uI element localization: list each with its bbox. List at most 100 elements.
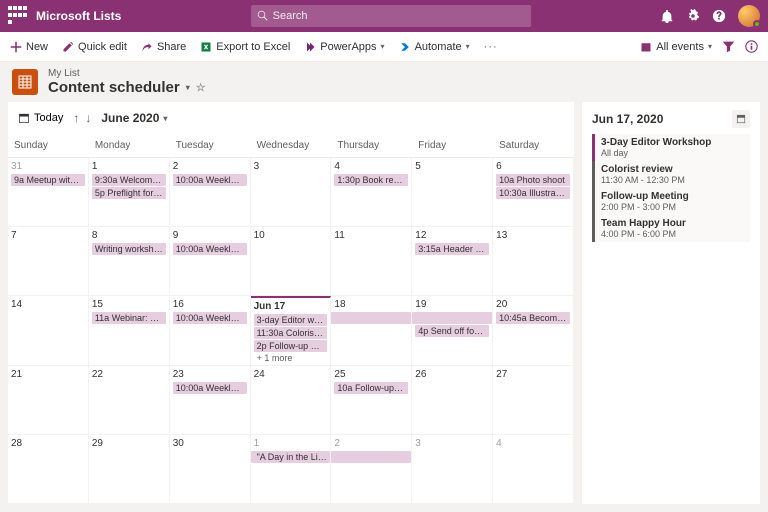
day-number: 3 [254, 161, 328, 172]
day-number: 1 [254, 438, 328, 449]
calendar-event[interactable]: 10a Photo shoot [496, 174, 570, 186]
export-excel-button[interactable]: Export to Excel [200, 41, 290, 53]
prev-month-button[interactable]: ↑ [73, 111, 79, 125]
side-event[interactable]: Colorist review11:30 AM - 12:30 PM [592, 161, 750, 188]
more-events[interactable]: + 1 more [254, 353, 328, 363]
favorite-icon[interactable]: ☆ [196, 81, 206, 94]
calendar-cell[interactable]: 2010:45a Become a Pe… [493, 296, 574, 365]
calendar-cell[interactable]: 3 [412, 435, 493, 504]
day-number: 16 [173, 299, 247, 310]
calendar-event[interactable]: 3-day Editor workshop [254, 314, 328, 326]
calendar-cell[interactable]: 2 10:00a Weekly edito… [170, 158, 251, 227]
calendar-event[interactable]: 11:30a Colorist revie… [254, 327, 328, 339]
help-icon[interactable] [712, 9, 726, 23]
day-number: 11 [334, 230, 408, 241]
day-number: 2 [334, 438, 408, 449]
powerapps-button[interactable]: PowerApps ▾ [304, 41, 384, 53]
side-event[interactable]: 3-Day Editor WorkshopAll day [592, 134, 750, 161]
side-event[interactable]: Follow-up Meeting2:00 PM - 3:00 PM [592, 188, 750, 215]
calendar-cell[interactable]: 5 [412, 158, 493, 227]
notifications-icon[interactable] [660, 9, 674, 23]
day-number: 13 [496, 230, 570, 241]
calendar-event[interactable]: 5p Preflight for "Fa… [92, 187, 166, 199]
calendar-event[interactable]: 4p Send off for Kat … [415, 325, 489, 337]
calendar-cell[interactable]: 1511a Webinar: Produ… [89, 296, 170, 365]
day-number: 3 [415, 438, 489, 449]
calendar-event[interactable]: 11a Webinar: Produ… [92, 312, 166, 324]
chevron-down-icon[interactable]: ▾ [163, 114, 167, 123]
calendar-event[interactable]: 9:30a Welcome & In… [92, 174, 166, 186]
calendar-cell[interactable]: 123:15a Header updates [412, 227, 493, 296]
share-button[interactable]: Share [141, 41, 186, 53]
overflow-button[interactable]: ··· [484, 41, 498, 53]
calendar-cell[interactable]: 2 [331, 435, 412, 504]
day-number: 2 [173, 161, 247, 172]
calendar-cell[interactable]: 13 [493, 227, 574, 296]
settings-icon[interactable] [686, 9, 700, 23]
day-number: 14 [11, 299, 85, 310]
calendar-cell[interactable]: 4 [493, 435, 574, 504]
side-event[interactable]: Team Happy Hour4:00 PM - 6:00 PM [592, 215, 750, 242]
calendar-cell[interactable]: 22 [89, 366, 170, 435]
calendar-cell[interactable]: 19:30a Welcome & In…5p Preflight for "Fa… [89, 158, 170, 227]
avatar[interactable] [738, 5, 760, 27]
automate-icon [399, 41, 411, 53]
calendar-event[interactable]: 2p Follow-up Meet… [254, 340, 328, 352]
calendar-event[interactable]: 10:00a Weekly edito… [173, 243, 247, 255]
quick-edit-button[interactable]: Quick edit [62, 41, 127, 53]
calendar-cell[interactable]: 29 [89, 435, 170, 504]
calendar-event[interactable] [331, 451, 411, 463]
calendar-cell[interactable]: 10 [251, 227, 332, 296]
calendar-event[interactable]: 10:00a Weekly edito… [173, 174, 247, 186]
calendar-cell[interactable]: 3 [251, 158, 332, 227]
day-number: 5 [415, 161, 489, 172]
calendar-event[interactable]: "A Day in the Life of Contoso" release p… [251, 451, 331, 463]
calendar-cell[interactable]: 319a Meetup with aut… [8, 158, 89, 227]
calendar-cell[interactable]: 21 [8, 366, 89, 435]
breadcrumb[interactable]: My List [48, 68, 206, 79]
calendar-event[interactable]: 10:30a Illustration b… [496, 187, 570, 199]
calendar-cell[interactable]: 30 [170, 435, 251, 504]
calendar-cell[interactable]: 16 10:00a Weekly edito… [170, 296, 251, 365]
automate-button[interactable]: Automate ▾ [399, 41, 470, 53]
calendar-cell[interactable]: 610a Photo shoot10:30a Illustration b… [493, 158, 574, 227]
chevron-down-icon[interactable]: ▾ [186, 83, 190, 92]
calendar-cell[interactable]: 910:00a Weekly edito… [170, 227, 251, 296]
calendar-cell[interactable]: 2310:00a Weekly edito… [170, 366, 251, 435]
calendar-event[interactable] [331, 312, 411, 324]
calendar-cell[interactable]: 18 [331, 296, 412, 365]
calendar-cell[interactable]: 11 [331, 227, 412, 296]
calendar-event[interactable]: Writing workshop [92, 243, 166, 255]
calendar-cell[interactable]: 27 [493, 366, 574, 435]
view-selector[interactable]: All events ▾ [640, 41, 712, 53]
filter-icon[interactable] [722, 40, 735, 53]
calendar-cell[interactable]: 26 [412, 366, 493, 435]
calendar-cell[interactable]: 28 [8, 435, 89, 504]
calendar-event[interactable] [412, 312, 492, 324]
calendar-cell[interactable]: 2510a Follow-up Meet… [331, 366, 412, 435]
search-box[interactable] [251, 5, 531, 27]
calendar-cell[interactable]: 8Writing workshop [89, 227, 170, 296]
next-month-button[interactable]: ↓ [85, 111, 91, 125]
new-button[interactable]: New [10, 41, 48, 53]
day-view-icon[interactable] [732, 110, 750, 128]
calendar-cell[interactable]: 41:30p Book reading … [331, 158, 412, 227]
calendar-cell[interactable]: 1 "A Day in the Life of Contoso" release … [251, 435, 332, 504]
calendar-cell[interactable]: Jun 173-day Editor workshop11:30a Colori… [251, 296, 332, 365]
calendar-event[interactable]: 9a Meetup with aut… [11, 174, 85, 186]
calendar-cell[interactable]: 24 [251, 366, 332, 435]
search-input[interactable] [273, 10, 525, 22]
today-button[interactable]: Today [18, 112, 63, 124]
calendar-event[interactable]: 10:00a Weekly edito… [173, 312, 247, 324]
info-icon[interactable] [745, 40, 758, 53]
calendar-cell[interactable]: 14 [8, 296, 89, 365]
calendar-cell[interactable]: 19 4p Send off for Kat … [412, 296, 493, 365]
calendar-event[interactable]: 3:15a Header updates [415, 243, 489, 255]
calendar-event[interactable]: 1:30p Book reading … [334, 174, 408, 186]
plus-icon [10, 41, 22, 53]
calendar-event[interactable]: 10:00a Weekly edito… [173, 382, 247, 394]
calendar-cell[interactable]: 7 [8, 227, 89, 296]
calendar-event[interactable]: 10a Follow-up Meet… [334, 382, 408, 394]
app-launcher-icon[interactable] [8, 6, 28, 26]
calendar-event[interactable]: 10:45a Become a Pe… [496, 312, 570, 324]
